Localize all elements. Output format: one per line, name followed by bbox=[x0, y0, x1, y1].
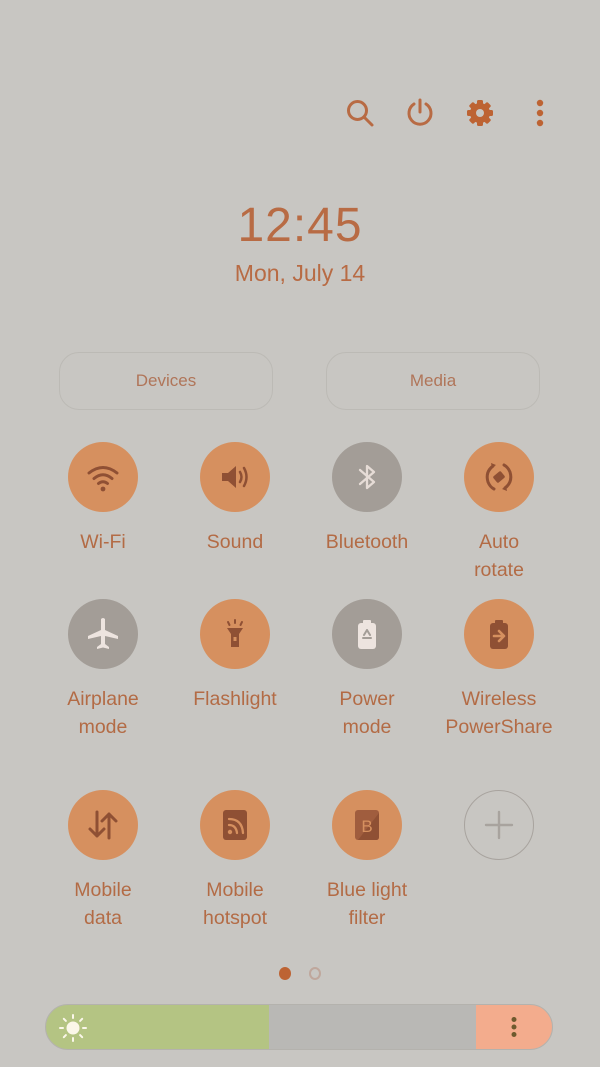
tile-wifi[interactable]: Wi-Fi bbox=[37, 442, 169, 556]
tile-wireless-powershare[interactable]: Wireless PowerShare bbox=[433, 599, 565, 741]
flashlight-icon bbox=[227, 619, 243, 647]
add-tile-button[interactable] bbox=[464, 790, 534, 860]
tile-flashlight[interactable]: Flashlight bbox=[169, 599, 301, 713]
tile-blue-light-filter[interactable]: B Blue light filter bbox=[301, 790, 433, 932]
settings-button[interactable] bbox=[450, 90, 510, 136]
tile-mobile-data[interactable]: Mobile data bbox=[37, 790, 169, 932]
more-options-icon bbox=[536, 99, 544, 127]
blue-light-filter-icon: B bbox=[355, 810, 379, 840]
svg-text:B: B bbox=[361, 817, 372, 836]
brightness-slider[interactable] bbox=[45, 1004, 553, 1050]
wifi-toggle[interactable] bbox=[68, 442, 138, 512]
wireless-powershare-icon bbox=[490, 620, 508, 649]
wireless-powershare-toggle[interactable] bbox=[464, 599, 534, 669]
sound-icon bbox=[222, 466, 248, 488]
add-icon bbox=[484, 810, 514, 840]
page-dot-2[interactable] bbox=[309, 967, 321, 980]
sound-toggle[interactable] bbox=[200, 442, 270, 512]
tile-add[interactable] bbox=[433, 790, 565, 876]
search-button[interactable] bbox=[330, 90, 390, 136]
mobile-hotspot-icon bbox=[223, 810, 247, 840]
auto-rotate-icon bbox=[485, 463, 513, 491]
more-options-button[interactable] bbox=[510, 90, 570, 136]
devices-button[interactable]: Devices bbox=[59, 352, 273, 410]
top-toolbar bbox=[330, 90, 570, 136]
tile-label: Bluetooth bbox=[325, 531, 409, 553]
brightness-options-button[interactable] bbox=[476, 1005, 552, 1049]
mobile-data-toggle[interactable] bbox=[68, 790, 138, 860]
tile-auto-rotate[interactable]: Auto rotate bbox=[433, 442, 565, 584]
mobile-hotspot-toggle[interactable] bbox=[200, 790, 270, 860]
tile-label: Flashlight bbox=[193, 688, 277, 710]
power-mode-toggle[interactable] bbox=[332, 599, 402, 669]
tile-mobile-hotspot[interactable]: Mobile hotspot bbox=[169, 790, 301, 932]
page-dot-1[interactable] bbox=[279, 967, 291, 980]
airplane-icon bbox=[88, 618, 118, 649]
tile-label: Mobile data bbox=[74, 879, 132, 929]
sun-icon bbox=[59, 1014, 87, 1042]
tile-label: Blue light filter bbox=[326, 879, 408, 929]
tile-label: Wireless PowerShare bbox=[445, 688, 553, 738]
blue-light-filter-toggle[interactable]: B bbox=[332, 790, 402, 860]
tile-label: Wi-Fi bbox=[80, 531, 126, 553]
tile-label: Airplane mode bbox=[67, 688, 139, 738]
power-mode-icon bbox=[358, 620, 376, 649]
more-options-icon bbox=[511, 1017, 517, 1037]
tile-label: Mobile hotspot bbox=[203, 879, 267, 929]
auto-rotate-toggle[interactable] bbox=[464, 442, 534, 512]
clock-date[interactable]: Mon, July 14 bbox=[0, 260, 600, 287]
page-indicator bbox=[279, 967, 321, 980]
tile-label: Sound bbox=[206, 531, 264, 553]
mobile-data-icon bbox=[88, 810, 118, 840]
settings-icon bbox=[467, 100, 493, 126]
media-button[interactable]: Media bbox=[326, 352, 540, 410]
wifi-icon bbox=[87, 466, 119, 492]
tile-label: Auto rotate bbox=[474, 531, 524, 581]
tile-power-mode[interactable]: Power mode bbox=[301, 599, 433, 741]
search-icon bbox=[347, 100, 374, 127]
airplane-mode-toggle[interactable] bbox=[68, 599, 138, 669]
power-icon bbox=[407, 98, 433, 126]
clock-time[interactable]: 12:45 bbox=[0, 198, 600, 253]
flashlight-toggle[interactable] bbox=[200, 599, 270, 669]
tile-airplane-mode[interactable]: Airplane mode bbox=[37, 599, 169, 741]
bluetooth-icon bbox=[358, 464, 376, 490]
tile-label: Power mode bbox=[339, 688, 395, 738]
tile-sound[interactable]: Sound bbox=[169, 442, 301, 556]
bluetooth-toggle[interactable] bbox=[332, 442, 402, 512]
tile-bluetooth[interactable]: Bluetooth bbox=[301, 442, 433, 556]
power-button[interactable] bbox=[390, 90, 450, 136]
